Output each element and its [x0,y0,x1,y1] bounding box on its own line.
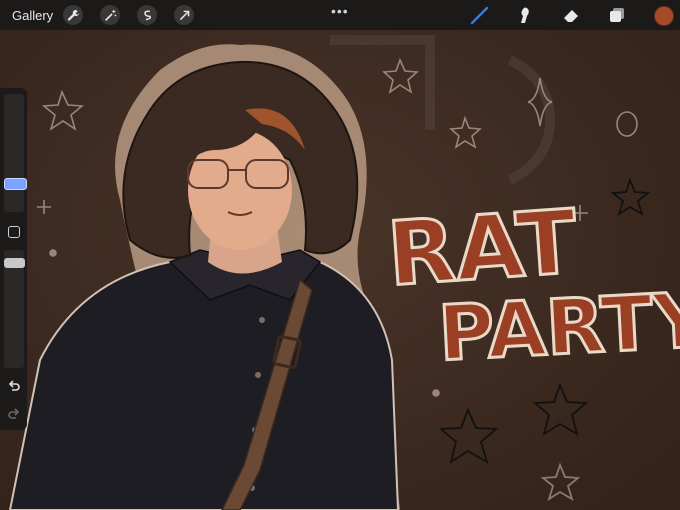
top-toolbar: Gallery ••• [0,0,680,30]
brush-size-slider[interactable] [4,94,24,212]
layers-button[interactable] [607,5,627,25]
smudge-icon [521,7,529,23]
transform-button[interactable] [174,5,195,25]
selection-icon [143,10,151,20]
wrench-icon [67,9,79,21]
smudge-tool-button[interactable] [514,5,534,25]
selection-button[interactable] [137,5,158,25]
transform-arrow-icon [179,10,189,20]
brush-icon [470,6,489,25]
modify-button[interactable] [8,226,20,238]
undo-icon[interactable] [7,380,21,394]
magic-wand-icon [104,9,116,21]
lettering-party: PARTY [436,275,680,378]
actions-button[interactable] [63,5,84,25]
brush-size-handle[interactable] [4,178,27,190]
adjustments-button[interactable] [100,5,121,25]
brush-tool-button[interactable] [470,5,490,25]
layers-icon [610,8,624,22]
eraser-icon [564,10,578,22]
eraser-tool-button[interactable] [561,5,581,25]
opacity-handle[interactable] [4,258,25,268]
drawing-canvas[interactable]: RAT PARTY [0,0,680,510]
gallery-button[interactable]: Gallery [12,8,53,23]
redo-icon[interactable] [7,408,21,422]
more-options-button[interactable]: ••• [331,3,349,19]
left-sidebar [0,88,27,430]
color-picker-button[interactable] [654,6,674,26]
